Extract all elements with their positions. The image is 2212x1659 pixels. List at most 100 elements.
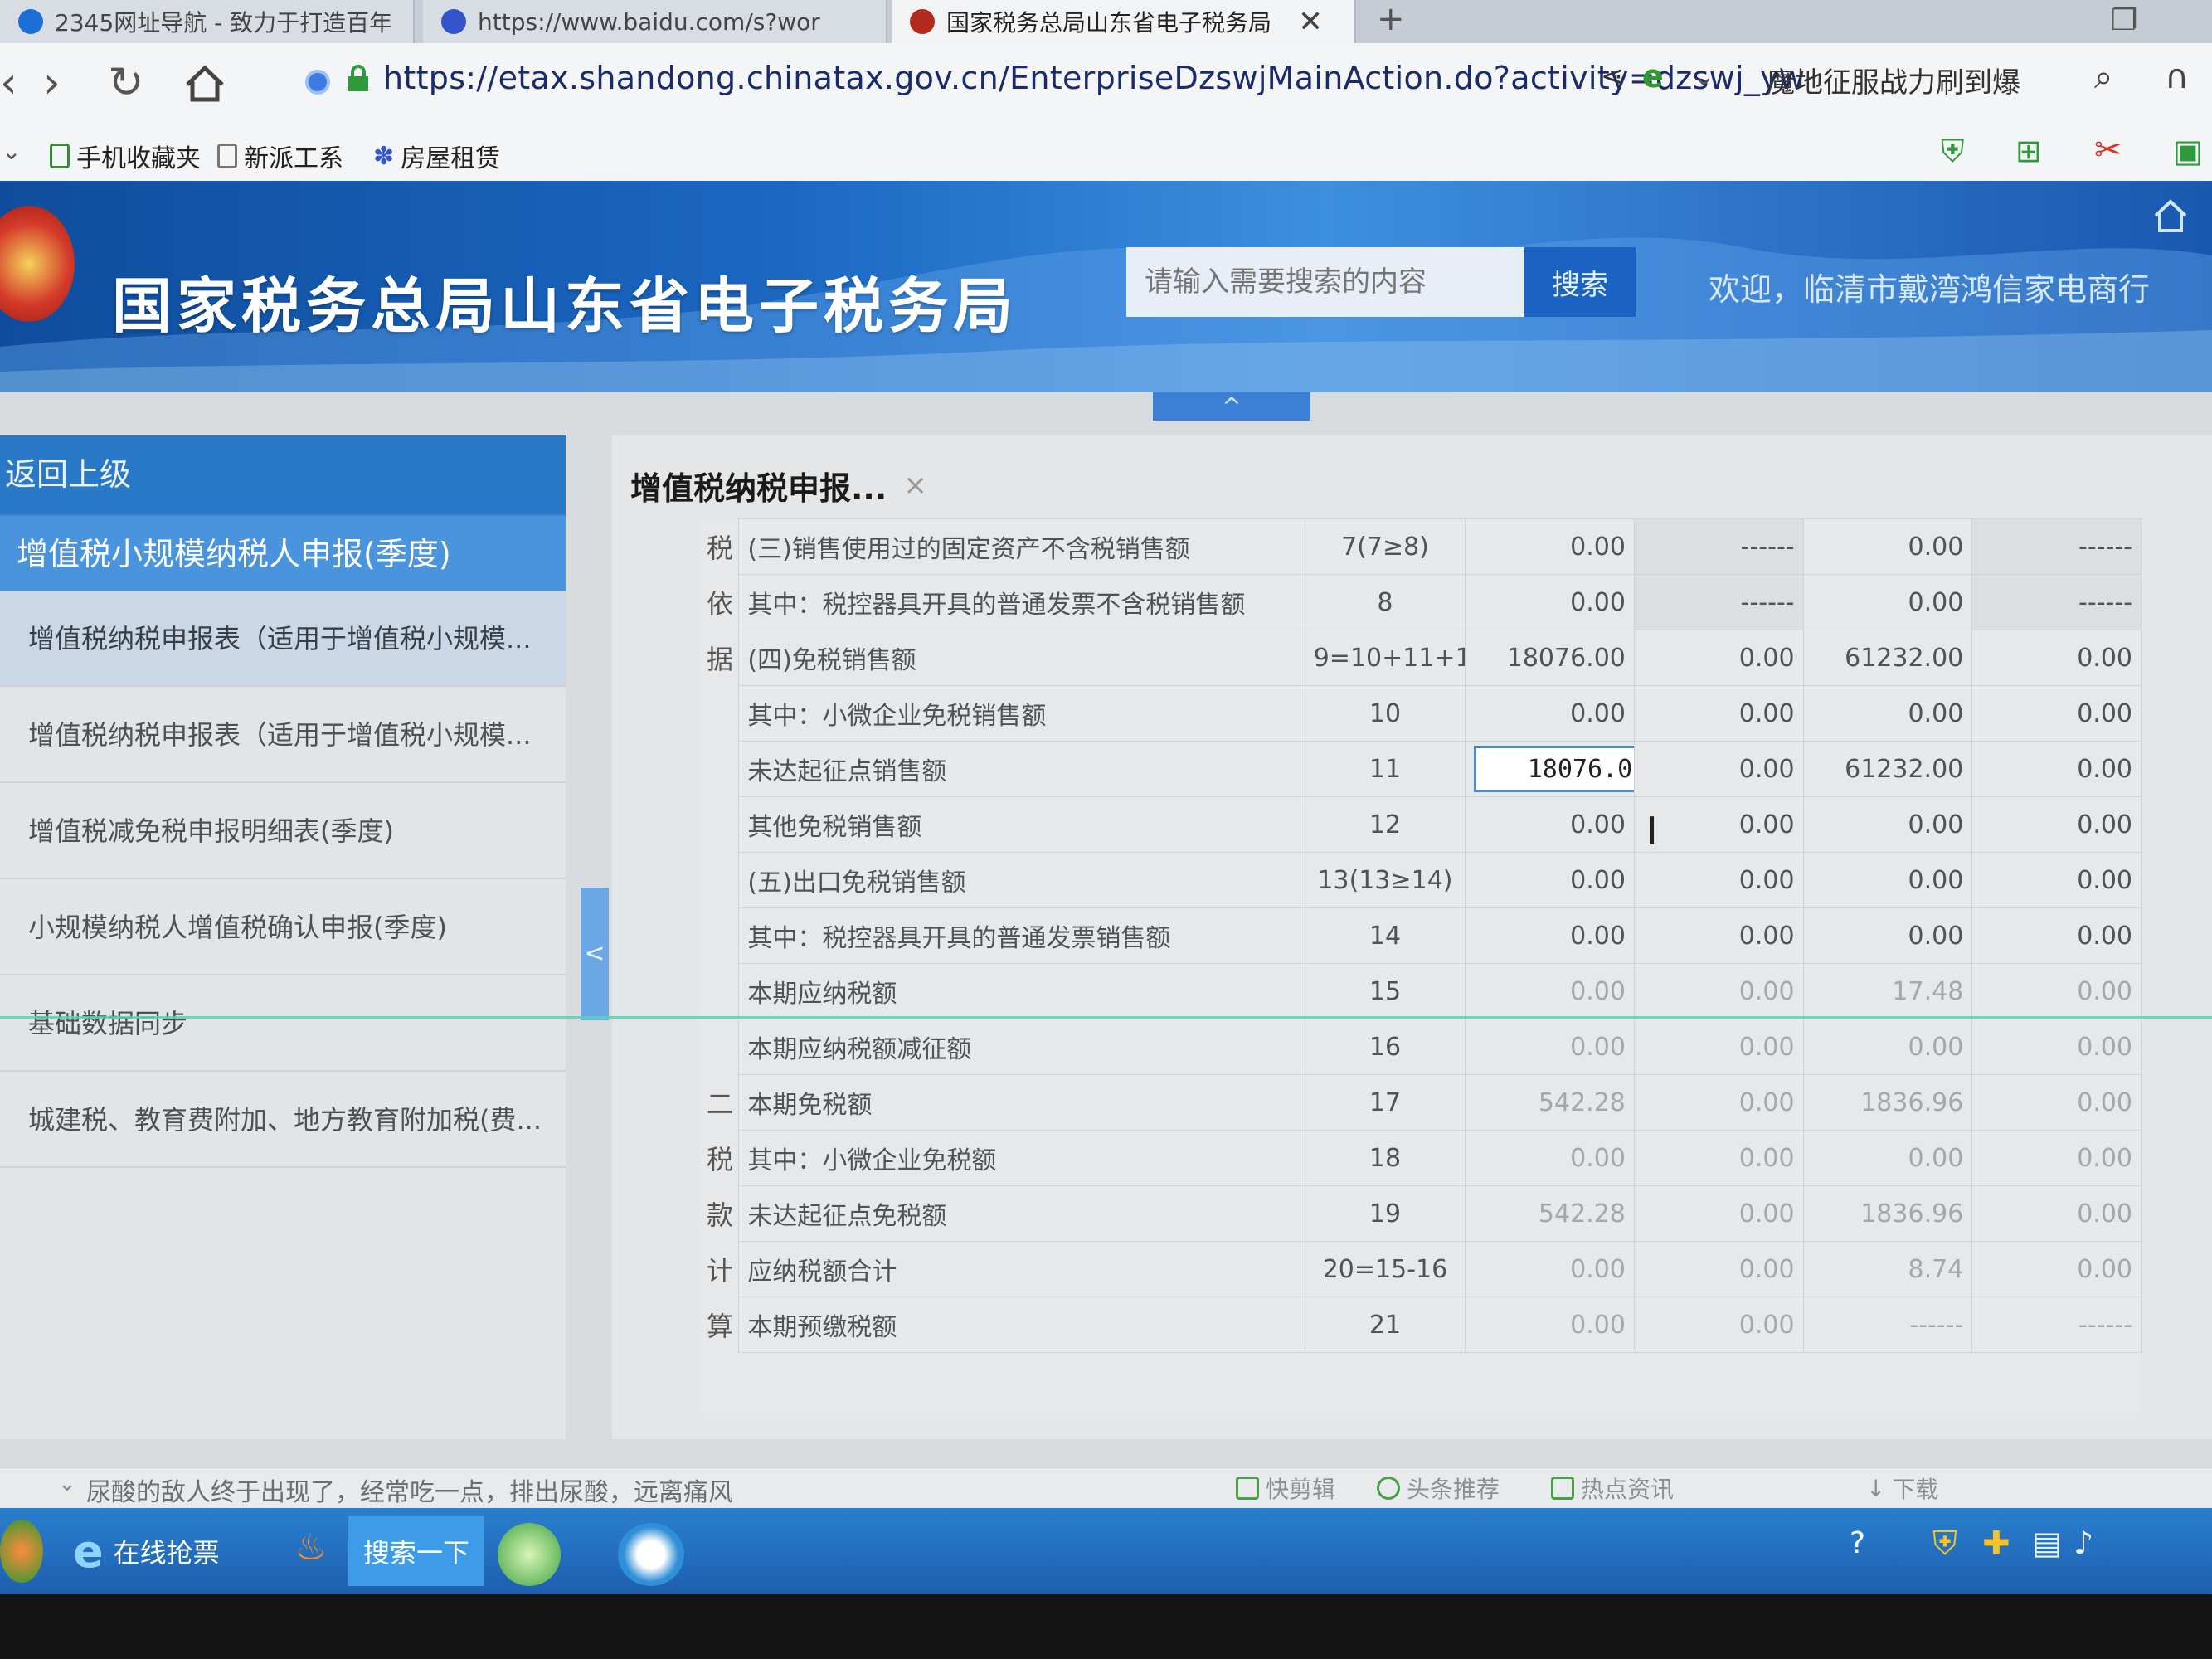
sidebar-collapse-toggle[interactable]: < — [581, 888, 609, 1020]
cell-ytd-services[interactable]: 0.00 — [1971, 1241, 2142, 1297]
cell-current-goods[interactable]: 0.00 — [1465, 852, 1635, 908]
reload-icon[interactable]: ↻ — [108, 58, 144, 108]
cell-ytd-services[interactable]: 0.00 — [1971, 1019, 2142, 1075]
cell-ytd-goods[interactable]: 61232.00 — [1802, 630, 1973, 686]
address-hot-search[interactable]: 魔地征服战力刷到爆 — [1767, 60, 2020, 100]
network-icon[interactable]: ▤ — [2032, 1525, 2062, 1561]
sidebar-item-tax-relief-detail[interactable]: 增值税减免税申报明细表(季度) — [0, 783, 566, 879]
browser-tab-baidu[interactable]: https://www.baidu.com/s?wor — [423, 0, 887, 43]
cell-ytd-goods[interactable]: 0.00 — [1802, 796, 1973, 853]
cell-current-services[interactable]: 0.00 — [1633, 1074, 1804, 1131]
start-button-icon[interactable] — [0, 1520, 43, 1583]
cell-ytd-goods[interactable]: 0.00 — [1802, 1130, 1973, 1186]
active-amount-input[interactable] — [1474, 746, 1634, 792]
cell-ytd-services[interactable]: 0.00 — [1971, 1074, 2142, 1131]
cell-ytd-goods[interactable]: ------ — [1802, 1297, 1973, 1353]
cell-ytd-goods[interactable]: 0.00 — [1802, 685, 1973, 742]
bookmark-house-rental[interactable]: ✽ 房屋租赁 — [373, 138, 500, 174]
bookmark-new-style[interactable]: 新派工系 — [217, 138, 343, 174]
ie-mode-icon[interactable]: e — [1642, 58, 1664, 95]
cell-ytd-services[interactable]: 0.00 — [1971, 741, 2142, 797]
cell-current-goods[interactable]: 0.00 — [1465, 963, 1635, 1019]
back-arrow-icon[interactable]: ‹ — [0, 58, 17, 108]
360-browser-icon[interactable] — [498, 1523, 561, 1586]
cell-ytd-goods[interactable]: 61232.00 — [1802, 741, 1973, 797]
flame-icon[interactable]: ♨ — [294, 1526, 327, 1569]
volume-icon[interactable]: ♪ — [2073, 1525, 2093, 1561]
sidebar-item-data-sync[interactable]: 基础数据同步 — [0, 975, 566, 1072]
help-icon[interactable]: ? — [1850, 1526, 1865, 1560]
cell-current-goods[interactable]: 0.00 — [1465, 796, 1635, 853]
chevron-down-icon[interactable]: ⌄ — [58, 1472, 76, 1496]
cell-current-services[interactable]: 0.00 — [1633, 1241, 1804, 1297]
home-icon[interactable] — [2152, 197, 2189, 234]
cell-ytd-services[interactable]: 0.00 — [1971, 1185, 2142, 1242]
tab-vat-return[interactable]: 增值税纳税申报... × — [630, 452, 927, 518]
status-quick-clip[interactable]: 快剪辑 — [1236, 1472, 1335, 1505]
sidebar-item-surcharges[interactable]: 城建税、教育费附加、地方教育附加税(费... — [0, 1072, 566, 1168]
cell-current-goods[interactable]: 0.00 — [1465, 1297, 1635, 1353]
cell-current-services[interactable]: 0.00 — [1633, 685, 1804, 742]
cell-ytd-goods[interactable]: 1836.96 — [1802, 1074, 1973, 1131]
cell-ytd-goods[interactable]: 17.48 — [1802, 963, 1973, 1019]
cell-current-services[interactable]: 0.00 — [1633, 1185, 1804, 1242]
cell-ytd-services[interactable]: 0.00 — [1971, 963, 2142, 1019]
status-headline[interactable]: 头条推荐 — [1377, 1472, 1500, 1505]
cell-ytd-services[interactable]: 0.00 — [1971, 630, 2142, 686]
cell-ytd-goods[interactable]: 0.00 — [1802, 518, 1973, 575]
cell-current-services[interactable]: 0.00 — [1633, 1130, 1804, 1186]
cell-ytd-services[interactable]: 0.00 — [1971, 907, 2142, 964]
home-icon[interactable] — [184, 65, 226, 106]
shield-tray-icon[interactable]: ⛨ — [1932, 1525, 1957, 1563]
chat-app-icon[interactable] — [618, 1523, 684, 1586]
taskbar-search-button[interactable]: 搜索一下 — [348, 1516, 485, 1586]
share-icon[interactable]: ⋖ — [1601, 60, 1625, 93]
bookmark-menu-chevron-icon[interactable]: ⌄ — [2, 138, 21, 165]
cell-ytd-goods[interactable]: 8.74 — [1802, 1241, 1973, 1297]
cell-ytd-services[interactable]: ------ — [1971, 518, 2142, 575]
search-icon[interactable]: ⌕ — [2094, 58, 2112, 96]
cell-ytd-services[interactable]: 0.00 — [1971, 1130, 2142, 1186]
close-tab-icon[interactable]: × — [903, 469, 927, 502]
bookmark-mobile-favorites[interactable]: 手机收藏夹 — [50, 138, 201, 174]
cell-current-services[interactable]: ------ — [1633, 574, 1804, 630]
cell-ytd-goods[interactable]: 0.00 — [1802, 1019, 1973, 1075]
cell-current-services[interactable]: ------ — [1633, 518, 1804, 575]
cell-current-services[interactable]: 0.00 — [1633, 1297, 1804, 1353]
header-collapse-toggle[interactable]: ^ — [1153, 392, 1310, 421]
new-tab-button[interactable]: + — [1377, 0, 1405, 38]
cell-current-goods[interactable] — [1465, 741, 1635, 797]
cell-current-goods[interactable]: 542.28 — [1465, 1074, 1635, 1131]
cell-current-services[interactable]: 0.00 — [1633, 963, 1804, 1019]
cell-ytd-services[interactable]: ------ — [1971, 574, 2142, 630]
browser-tab-2345[interactable]: 2345网址导航 - 致力于打造百年 — [0, 0, 415, 43]
sidebar-item-vat-return-2[interactable]: 增值税纳税申报表（适用于增值税小规模... — [0, 687, 566, 783]
plus-tray-icon[interactable]: ✚ — [1982, 1525, 2010, 1563]
cell-current-goods[interactable]: 0.00 — [1465, 518, 1635, 575]
game-controller-icon[interactable]: ▣ — [2173, 133, 2203, 169]
scissors-icon[interactable]: ✂ — [2094, 131, 2122, 169]
translate-extension-icon[interactable]: ⊞ — [2015, 133, 2042, 169]
cell-current-services[interactable]: 0.00 — [1633, 630, 1804, 686]
cell-current-goods[interactable]: 0.00 — [1465, 1130, 1635, 1186]
cell-ytd-services[interactable]: 0.00 — [1971, 852, 2142, 908]
cell-ytd-services[interactable]: ------ — [1971, 1297, 2142, 1353]
status-news-ticker[interactable]: 尿酸的敌人终于出现了，经常吃一点，排出尿酸，远离痛风 — [86, 1472, 733, 1508]
close-tab-icon[interactable]: ✕ — [1298, 5, 1323, 39]
search-input[interactable] — [1126, 247, 1524, 317]
cell-ytd-goods[interactable]: 0.00 — [1802, 574, 1973, 630]
cell-current-services[interactable]: 0.00 — [1633, 852, 1804, 908]
url-text[interactable]: https://etax.shandong.chinatax.gov.cn/En… — [383, 60, 1805, 96]
sidebar-item-vat-return-1[interactable]: 增值税纳税申报表（适用于增值税小规模... — [0, 591, 566, 687]
cell-ytd-services[interactable]: 0.00 — [1971, 796, 2142, 853]
cell-current-goods[interactable]: 0.00 — [1465, 907, 1635, 964]
cell-current-goods[interactable]: 0.00 — [1465, 574, 1635, 630]
sidebar-item-confirm-return[interactable]: 小规模纳税人增值税确认申报(季度) — [0, 879, 566, 975]
cell-current-goods[interactable]: 18076.00 — [1465, 630, 1635, 686]
shield-extension-icon[interactable]: ⛨ — [1941, 133, 1965, 170]
site-security-icon[interactable] — [305, 70, 330, 95]
back-to-parent-link[interactable]: 返回上级 — [0, 435, 566, 514]
restore-window-icon[interactable]: ❐ — [2111, 3, 2137, 37]
headset-icon[interactable]: ∩ — [2165, 58, 2189, 96]
cell-current-goods[interactable]: 0.00 — [1465, 1241, 1635, 1297]
